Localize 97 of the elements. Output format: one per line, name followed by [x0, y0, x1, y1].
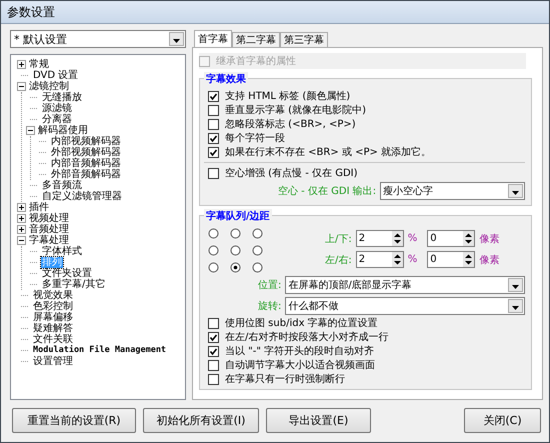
spin-arrows-icon: [463, 252, 474, 267]
expand-icon[interactable]: [17, 225, 26, 234]
tree-item[interactable]: 多重字幕/其它: [41, 279, 106, 290]
radio-button[interactable]: [252, 262, 263, 273]
checkbox-label: 当以 "-" 字符开头的段时自动对齐: [225, 344, 374, 358]
radio-button[interactable]: [252, 228, 263, 239]
tree-item[interactable]: 音频处理: [28, 224, 70, 235]
checkbox-label: 忽略段落标志 (<BR>, <P>): [225, 118, 356, 131]
group-title: 字幕队列/边距: [204, 209, 272, 223]
spin-field[interactable]: 2: [356, 230, 404, 247]
field-label: 位置:: [258, 278, 282, 292]
radio-button[interactable]: [252, 245, 263, 256]
spin-field[interactable]: 2: [356, 251, 404, 268]
tab[interactable]: 第二字幕: [232, 32, 280, 47]
checkbox[interactable]: [208, 360, 219, 370]
field-label: 旋转:: [258, 300, 282, 313]
spin-arrows-icon: [392, 252, 403, 267]
unit-label: %: [408, 254, 418, 265]
tree-item[interactable]: DVD 设置: [32, 70, 80, 81]
tree-item[interactable]: 屏幕偏移: [32, 312, 74, 323]
tree-item[interactable]: 文件夹设置: [41, 268, 93, 279]
checkbox[interactable]: [208, 90, 219, 102]
dialog-button[interactable]: 初始化所有设置(I): [143, 408, 259, 433]
tree-item[interactable]: 解码器使用: [37, 125, 89, 136]
spin-arrows-icon: [463, 231, 474, 246]
rotation-dropdown[interactable]: 什么都不做: [285, 297, 525, 315]
tree-item[interactable]: 分离器: [41, 114, 73, 125]
checkbox-label: 在左/右对齐时按段落大小对齐成一行: [225, 330, 388, 344]
tab[interactable]: 首字幕: [194, 30, 232, 47]
tree-item[interactable]: 外部视频解码器: [50, 147, 122, 158]
tab[interactable]: 第三字幕: [280, 32, 328, 47]
tree-item[interactable]: 内部音频解码器: [50, 158, 122, 169]
checkbox-label: 使用位图 sub/idx 字幕的位置设置: [225, 316, 378, 330]
tree-item[interactable]: 视频处理: [28, 213, 70, 224]
checkbox[interactable]: [208, 132, 219, 144]
checkbox[interactable]: [208, 332, 219, 342]
tree-item[interactable]: 外部音频解码器: [50, 169, 122, 180]
dialog-button[interactable]: 导出设置(E): [266, 408, 371, 433]
dialog-button[interactable]: 关闭(C): [464, 408, 541, 433]
radio-button[interactable]: [208, 228, 219, 239]
collapse-icon[interactable]: [17, 82, 26, 91]
checkbox-label: 空心增强 (有点慢 - 仅在 GDI): [225, 166, 358, 180]
tree-item[interactable]: 常规: [28, 59, 50, 70]
tree-item[interactable]: 源滤镜: [41, 103, 73, 114]
checkbox-label: 继承首字幕的属性: [216, 54, 296, 68]
unit-label: 像素: [479, 232, 500, 246]
tree-item[interactable]: 字幕处理: [28, 235, 70, 246]
collapse-icon[interactable]: [17, 236, 26, 245]
unit-label: %: [408, 233, 418, 244]
tree-item[interactable]: 多音频流: [41, 180, 83, 191]
expand-icon[interactable]: [17, 214, 26, 223]
position-dropdown[interactable]: 在屏幕的顶部/底部显示字幕: [285, 276, 525, 294]
field-label: 空心 - 仅在 GDI 输出:: [278, 184, 376, 198]
checkbox-label: 自动调节字幕大小以适合视频画面: [225, 358, 375, 372]
tree-item[interactable]: 字体样式: [41, 246, 83, 257]
field-label: 上/下:: [325, 232, 352, 246]
checkbox-label: 垂直显示字幕 (就像在电影院中): [225, 104, 366, 117]
radio-button[interactable]: [230, 228, 241, 239]
field-label: 左/右:: [325, 254, 352, 266]
tree-item[interactable]: 滤镜控制: [28, 81, 70, 92]
tree-item[interactable]: 无缝播放: [41, 92, 83, 103]
expand-icon[interactable]: [17, 60, 26, 69]
radio-button[interactable]: [208, 262, 219, 273]
checkbox[interactable]: [208, 168, 219, 178]
checkbox-label: 每个字符一段: [225, 132, 285, 145]
tree-item[interactable]: 视觉效果: [32, 290, 74, 301]
checkbox[interactable]: [208, 346, 219, 356]
checkbox-label: 支持 HTML 标签 (颜色属性): [225, 90, 350, 103]
tree-item[interactable]: 色彩控制: [32, 301, 74, 312]
spin-arrows-icon: [392, 231, 403, 246]
radio-button[interactable]: [208, 245, 219, 256]
collapse-icon[interactable]: [26, 126, 35, 135]
tree-item[interactable]: 文件关联: [32, 334, 74, 345]
profile-dropdown[interactable]: * 默认设置: [10, 30, 186, 48]
checkbox-label: 如果在行末不存在 <BR> 或 <P> 就添加它。: [225, 146, 432, 159]
group-title: 字幕效果: [204, 72, 248, 86]
tree-item[interactable]: Modulation File Management: [32, 345, 168, 356]
tree-item[interactable]: 设置管理: [32, 356, 74, 367]
checkbox[interactable]: [208, 318, 219, 328]
checkbox[interactable]: [208, 374, 219, 384]
checkbox[interactable]: [208, 104, 219, 116]
radio-button[interactable]: [230, 245, 241, 256]
expand-icon[interactable]: [17, 203, 26, 212]
checkbox[interactable]: [208, 118, 219, 130]
spin-field[interactable]: 0: [427, 251, 476, 268]
spin-field[interactable]: 0: [427, 230, 476, 247]
tree-item[interactable]: 插件: [28, 202, 50, 213]
checkbox[interactable]: [208, 146, 219, 158]
dialog-button[interactable]: 重置当前的设置(R): [12, 408, 136, 433]
tree-item[interactable]: 疑难解答: [32, 323, 74, 334]
checkbox-label: 在字幕只有一行时强制断行: [225, 372, 345, 386]
radio-button[interactable]: [230, 262, 241, 273]
unit-label: 像素: [479, 254, 500, 266]
window-title: 参数设置: [7, 4, 55, 20]
tree-item[interactable]: 内部视频解码器: [50, 136, 122, 147]
hollow-style-dropdown[interactable]: 瘦小空心字: [380, 182, 525, 200]
tree-item[interactable]: 自定义滤镜管理器: [41, 191, 123, 202]
